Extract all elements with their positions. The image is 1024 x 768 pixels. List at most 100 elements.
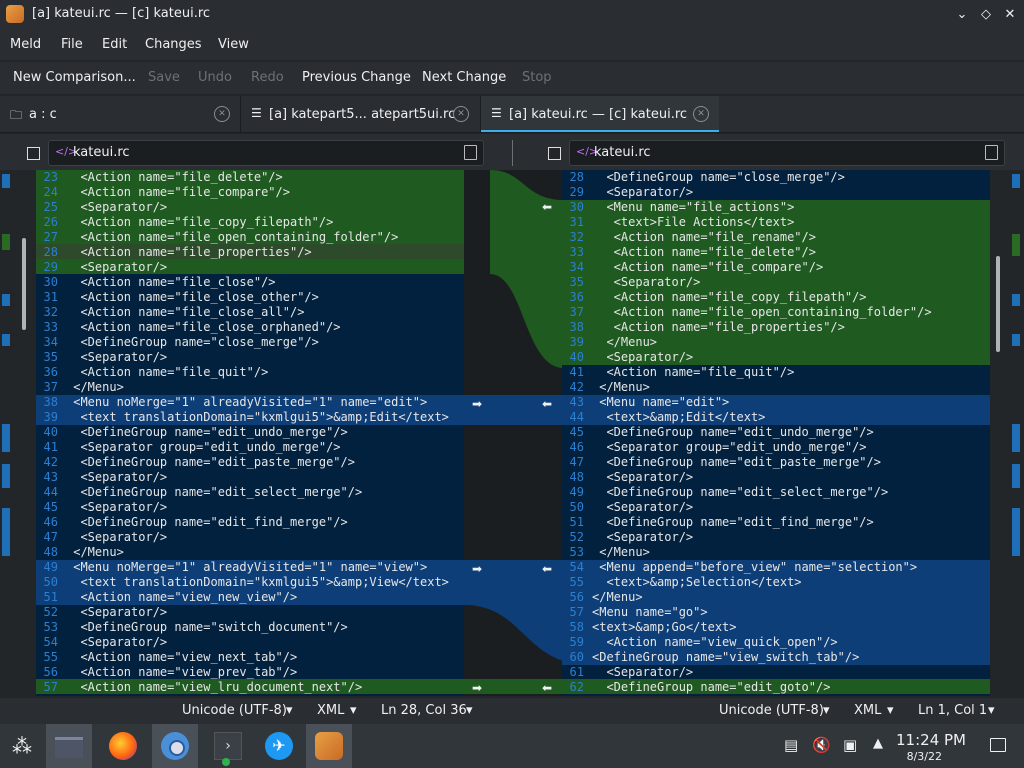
line-number: 50 (569, 500, 584, 514)
right-language-select[interactable]: XML (854, 703, 881, 718)
line-number: 48 (569, 470, 584, 484)
line-number: 55 (43, 650, 58, 664)
line-text: <Action name="view_quick_open"/> (592, 635, 838, 649)
left-text-pane[interactable]: 23 <Action name="file_delete"/> 24 <Actio… (36, 170, 464, 696)
line-text: <Action name="view_prev_tab"/> (66, 665, 298, 679)
line-text: </Menu> (592, 590, 643, 604)
right-file-selector[interactable]: </> kateui.rc (569, 140, 1005, 166)
redo-button[interactable]: Redo (251, 70, 284, 85)
save-file-icon[interactable] (548, 147, 561, 160)
left-encoding-select[interactable]: Unicode (UTF-8) (182, 703, 287, 718)
line-text: <Action name="view_next_tab"/> (66, 650, 298, 664)
tab-close-icon[interactable]: ✕ (693, 106, 709, 122)
menu-changes[interactable]: Changes (145, 37, 202, 52)
clock-time[interactable]: 11:24 PM (896, 731, 966, 749)
line-text: <DefineGroup name="close_merge"/> (592, 170, 845, 184)
right-text-pane[interactable]: 28 <DefineGroup name="close_merge"/> 29 <… (562, 170, 990, 696)
left-file-selector[interactable]: </> kateui.rc (48, 140, 484, 166)
line-text: <Menu name="edit"> (592, 395, 730, 409)
tab-folder-compare[interactable]: 🗀 a : c ✕ (0, 96, 240, 132)
line-number: 29 (43, 260, 58, 274)
menu-file[interactable]: File (61, 37, 83, 52)
stop-button[interactable]: Stop (522, 70, 552, 85)
right-overview-map[interactable] (990, 170, 1024, 696)
new-comparison-button[interactable]: New Comparison... (13, 70, 136, 85)
line-text: <DefineGroup name="close_merge"/> (66, 335, 319, 349)
meld-taskbar-icon[interactable] (306, 724, 352, 768)
push-left-arrow-icon[interactable]: ⬅ (542, 200, 552, 214)
line-number: 58 (569, 620, 584, 634)
line-text: <DefineGroup name="edit_paste_merge"/> (592, 455, 881, 469)
line-number: 42 (43, 455, 58, 469)
file-manager-icon[interactable] (46, 724, 92, 768)
menu-edit[interactable]: Edit (102, 37, 127, 52)
line-number: 53 (569, 545, 584, 559)
menu-meld[interactable]: Meld (10, 37, 41, 52)
push-left-arrow-icon[interactable]: ⬅ (542, 562, 552, 576)
minimize-icon[interactable]: ⌄ (952, 5, 972, 25)
firefox-icon[interactable] (100, 724, 146, 768)
chromium-icon[interactable] (152, 724, 198, 768)
push-right-arrow-icon[interactable]: ➡ (472, 397, 482, 411)
line-number: 35 (569, 275, 584, 289)
tab-label: [a] katepart5... atepart5ui.rc (269, 107, 456, 122)
line-number: 41 (43, 440, 58, 454)
discover-icon[interactable]: ✈ (256, 724, 302, 768)
line-text: <Action name="file_copy_filepath"/> (66, 215, 334, 229)
push-right-arrow-icon[interactable]: ➡ (472, 681, 482, 695)
line-text: <DefineGroup name="view_switch_tab"/> (592, 650, 860, 664)
line-text: <Separator/> (66, 470, 168, 484)
line-text: <Separator/> (592, 350, 694, 364)
line-text: <Separator/> (592, 500, 694, 514)
chevron-down-icon: ▾ (350, 703, 357, 718)
line-number: 36 (43, 365, 58, 379)
line-number: 49 (43, 560, 58, 574)
clipboard-icon[interactable]: ▤ (784, 736, 798, 754)
close-icon[interactable]: ✕ (1000, 5, 1020, 25)
line-number: 50 (43, 575, 58, 589)
line-number: 43 (569, 395, 584, 409)
line-number: 61 (569, 665, 584, 679)
line-number: 34 (569, 260, 584, 274)
push-left-arrow-icon[interactable]: ⬅ (542, 397, 552, 411)
line-text: <Separator/> (66, 260, 168, 274)
tab-bar: 🗀 a : c ✕ ☰ [a] katepart5... atepart5ui.… (0, 96, 1024, 133)
line-text: <Separator/> (592, 275, 701, 289)
left-overview-map[interactable] (0, 170, 36, 696)
line-text: <DefineGroup name="edit_select_merge"/> (592, 485, 889, 499)
push-left-arrow-icon[interactable]: ⬅ (542, 681, 552, 695)
next-change-button[interactable]: Next Change (422, 70, 506, 85)
line-number: 38 (43, 395, 58, 409)
line-number: 59 (569, 635, 584, 649)
open-file-icon[interactable] (985, 145, 998, 160)
push-right-arrow-icon[interactable]: ➡ (472, 562, 482, 576)
tab-label: [a] kateui.rc — [c] kateui.rc (509, 107, 688, 122)
save-file-icon[interactable] (27, 147, 40, 160)
line-text: </Menu> (66, 380, 124, 394)
show-desktop-icon[interactable] (990, 738, 1006, 752)
save-button[interactable]: Save (148, 70, 180, 85)
terminal-icon[interactable]: › (204, 724, 250, 768)
undo-button[interactable]: Undo (198, 70, 232, 85)
right-cursor-position[interactable]: Ln 1, Col 1 (918, 703, 987, 718)
volume-muted-icon[interactable]: 🔇 (812, 736, 831, 754)
left-cursor-position[interactable]: Ln 28, Col 36 (381, 703, 467, 718)
maximize-icon[interactable]: ◇ (976, 5, 996, 25)
expand-tray-icon[interactable]: ▲ (873, 736, 883, 751)
left-language-select[interactable]: XML (317, 703, 344, 718)
menu-view[interactable]: View (218, 37, 249, 52)
tab-close-icon[interactable]: ✕ (214, 106, 230, 122)
line-text: <text>&amp;Selection</text> (592, 575, 802, 589)
network-icon[interactable]: ▣ (843, 736, 857, 754)
right-encoding-select[interactable]: Unicode (UTF-8) (719, 703, 824, 718)
application-launcher-icon[interactable]: ⁂ (0, 724, 46, 768)
line-text: <Action name="file_delete"/> (66, 170, 283, 184)
tab-close-icon[interactable]: ✕ (453, 106, 469, 122)
line-number: 28 (569, 170, 584, 184)
open-file-icon[interactable] (464, 145, 477, 160)
tab-katepart-compare[interactable]: ☰ [a] katepart5... atepart5ui.rc ✕ (241, 96, 479, 132)
previous-change-button[interactable]: Previous Change (302, 70, 411, 85)
line-text: <Menu append="before_view" name="selecti… (592, 560, 918, 574)
tab-kateui-compare[interactable]: ☰ [a] kateui.rc — [c] kateui.rc ✕ (481, 96, 719, 132)
clock-date[interactable]: 8/3/22 (907, 750, 942, 763)
